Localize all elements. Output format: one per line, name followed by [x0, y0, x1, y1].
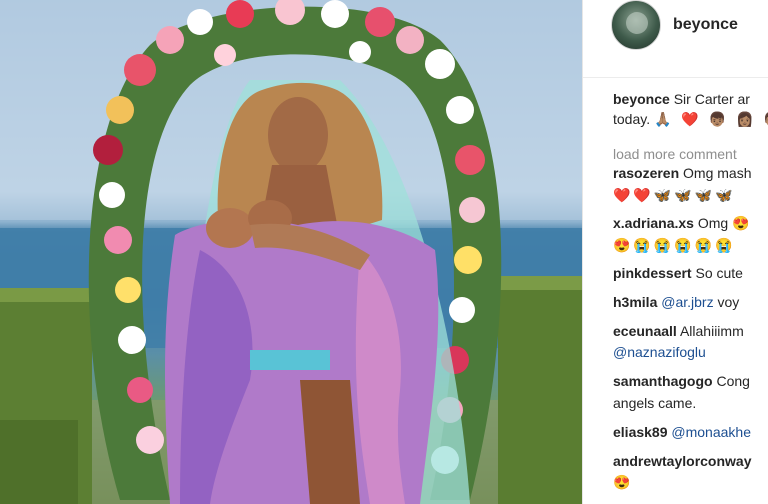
caption-text: Sir Carter ar [673, 91, 750, 107]
comment-emoji: ❤️❤️🦋🦋🦋🦋 [613, 187, 736, 203]
comment-username[interactable]: eceunaall [613, 323, 677, 339]
caption-line2: today. 🙏🏽 ❤️ 👦🏽 👩🏽 👦🏽 [613, 110, 768, 128]
comment-username[interactable]: andrewtaylorconway [613, 453, 752, 469]
comment-text: Allahiiimm [679, 323, 744, 339]
comment-text: Omg [697, 215, 729, 231]
comment-item: h3mila @ar.jbrz voy [613, 293, 739, 311]
comment-mention[interactable]: @monaakhe [671, 424, 751, 440]
comment-item: eceunaall Allahiiimm [613, 322, 744, 340]
comment-text: Omg mash [683, 165, 752, 181]
comment-username[interactable]: samanthagogo [613, 373, 713, 389]
comment-text: So cute [695, 265, 743, 281]
post-header: beyonce [583, 0, 768, 78]
comment-item: pinkdessert So cute [613, 264, 743, 282]
comment-username[interactable]: rasozeren [613, 165, 679, 181]
caption-username[interactable]: beyonce [613, 91, 670, 107]
comment-emoji: 😍 [613, 474, 634, 490]
comment-username[interactable]: eliask89 [613, 424, 668, 440]
comment-username[interactable]: x.adriana.xs [613, 215, 694, 231]
comment-item: andrewtaylorconway [613, 452, 752, 470]
load-more-comments-link[interactable]: load more comment [613, 145, 737, 163]
comment-item: rasozeren Omg mash [613, 164, 752, 182]
avatar[interactable] [611, 0, 661, 50]
caption-emoji: 🙏🏽 ❤️ 👦🏽 👩🏽 👦🏽 [654, 111, 768, 127]
comment-username[interactable]: pinkdessert [613, 265, 692, 281]
comment-username[interactable]: h3mila [613, 294, 657, 310]
comment-item: x.adriana.xs Omg 😍 [613, 214, 750, 232]
comment-text: Cong [716, 373, 750, 389]
comment-mention[interactable]: @ar.jbrz [661, 294, 713, 310]
comment-item: samanthagogo Cong [613, 372, 750, 390]
comment-text-line2: angels came. [613, 395, 697, 411]
hedge-right [498, 276, 582, 504]
photo-illustration [0, 0, 582, 504]
comment-mention[interactable]: @naznazifoglu [613, 343, 706, 361]
post-photo[interactable] [0, 0, 582, 504]
username-link[interactable]: beyonce [673, 16, 738, 34]
comment-emoji-inline: 😍 [732, 215, 750, 231]
comment-emoji: 😍😭😭😭😭😭 [613, 237, 736, 253]
caption: beyonce Sir Carter ar [613, 90, 750, 108]
post-sidebar: beyonce beyonce Sir Carter ar today. 🙏🏽 … [582, 0, 768, 504]
comment-item: eliask89 @monaakhe [613, 423, 751, 441]
caption-line2-text: today. [613, 111, 651, 127]
comment-text: voy [717, 294, 740, 310]
